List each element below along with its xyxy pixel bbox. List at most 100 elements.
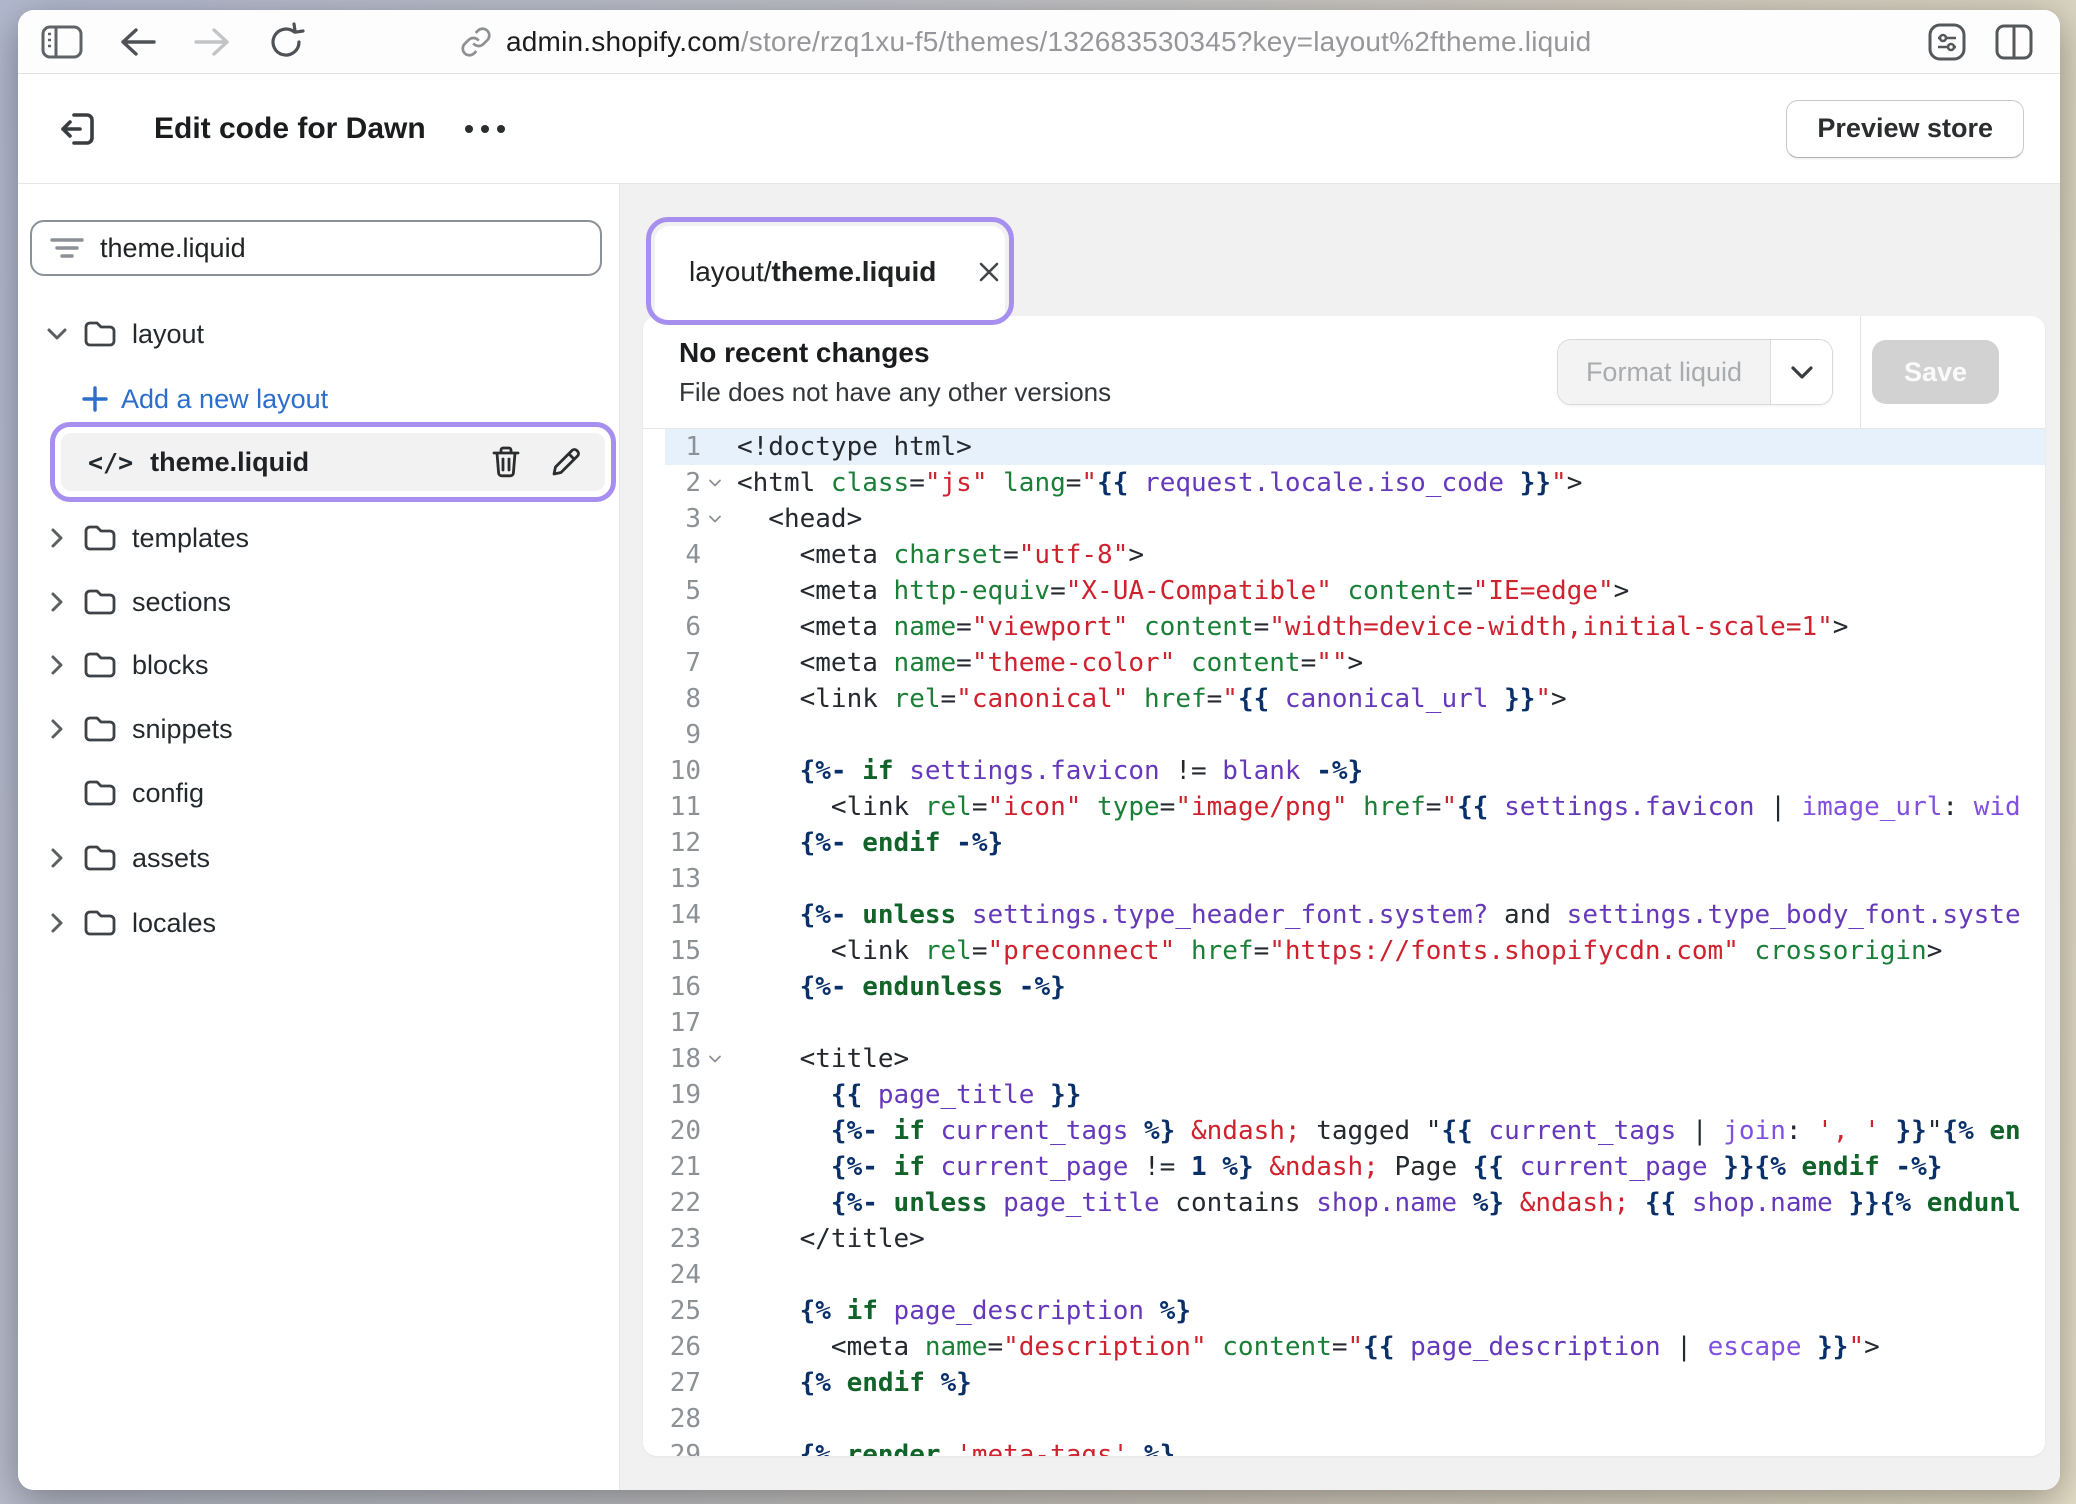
fold-chevron-icon[interactable]	[701, 501, 737, 537]
code-editor[interactable]: 1 <!doctype html>2<html class="js" lang="…	[643, 429, 2045, 1456]
fold-spacer	[701, 609, 737, 645]
code-text	[737, 861, 2045, 897]
code-line-26[interactable]: 26 <meta name="description" content="{{ …	[665, 1329, 2045, 1365]
code-text: {%- endunless -%}	[737, 969, 2045, 1005]
fold-chevron-icon[interactable]	[701, 465, 737, 501]
code-line-22[interactable]: 22 {%- unless page_title contains shop.n…	[665, 1185, 2045, 1221]
chevron-right-icon[interactable]	[45, 847, 69, 869]
code-text: {{ page_title }}	[737, 1077, 2045, 1113]
toolbar-divider	[1860, 316, 1861, 428]
code-line-7[interactable]: 7 <meta name="theme-color" content="">	[665, 645, 2045, 681]
more-actions-icon[interactable]	[462, 109, 508, 149]
code-line-14[interactable]: 14 {%- unless settings.type_header_font.…	[665, 897, 2045, 933]
code-line-10[interactable]: 10 {%- if settings.favicon != blank -%}	[665, 753, 2045, 789]
code-line-17[interactable]: 17	[665, 1005, 2045, 1041]
sidebar-item-layout[interactable]: layout	[18, 308, 619, 360]
sidebar-item-assets[interactable]: assets	[18, 832, 619, 884]
chevron-right-icon[interactable]	[45, 591, 69, 613]
line-number: 17	[665, 1005, 701, 1041]
line-number: 3	[665, 501, 701, 537]
code-line-13[interactable]: 13	[665, 861, 2045, 897]
sidebar-toggle-icon[interactable]	[40, 23, 84, 61]
sidebar-item-theme-liquid[interactable]: </> theme.liquid	[61, 433, 605, 491]
chevron-right-icon[interactable]	[45, 912, 69, 934]
fold-spacer	[701, 825, 737, 861]
line-number: 4	[665, 537, 701, 573]
code-line-16[interactable]: 16 {%- endunless -%}	[665, 969, 2045, 1005]
code-line-1[interactable]: 1 <!doctype html>	[665, 429, 2045, 465]
chevron-right-icon[interactable]	[45, 654, 69, 676]
fold-spacer	[701, 717, 737, 753]
code-text: {%- endif -%}	[737, 825, 2045, 861]
code-line-12[interactable]: 12 {%- endif -%}	[665, 825, 2045, 861]
code-line-18[interactable]: 18 <title>	[665, 1041, 2045, 1077]
code-text: <html class="js" lang="{{ request.locale…	[737, 465, 2045, 501]
exit-editor-icon[interactable]	[54, 105, 102, 153]
fold-spacer	[701, 897, 737, 933]
file-search-box[interactable]	[30, 220, 602, 276]
line-number: 23	[665, 1221, 701, 1257]
rename-file-button[interactable]	[547, 441, 585, 483]
address-bar[interactable]: admin.shopify.com/store/rzq1xu-f5/themes…	[460, 10, 1591, 73]
forward-icon[interactable]	[192, 26, 232, 58]
line-number: 15	[665, 933, 701, 969]
search-input[interactable]	[100, 233, 540, 264]
line-number: 12	[665, 825, 701, 861]
close-tab-icon[interactable]	[976, 259, 1002, 285]
chevron-right-icon[interactable]	[45, 718, 69, 740]
code-line-11[interactable]: 11 <link rel="icon" type="image/png" hre…	[665, 789, 2045, 825]
line-number: 28	[665, 1401, 701, 1437]
sidebar-item-sections[interactable]: sections	[18, 576, 619, 628]
format-dropdown-icon[interactable]	[1770, 340, 1832, 404]
code-text: <head>	[737, 501, 2045, 537]
code-line-3[interactable]: 3 <head>	[665, 501, 2045, 537]
tab-layout-theme-liquid[interactable]: layout/theme.liquid	[655, 226, 1005, 317]
code-line-29[interactable]: 29 {% render 'meta-tags' %}	[665, 1437, 2045, 1456]
sidebar-item-config[interactable]: config	[18, 767, 619, 819]
code-line-4[interactable]: 4 <meta charset="utf-8">	[665, 537, 2045, 573]
save-button[interactable]: Save	[1872, 340, 1999, 404]
code-line-24[interactable]: 24	[665, 1257, 2045, 1293]
code-line-5[interactable]: 5 <meta http-equiv="X-UA-Compatible" con…	[665, 573, 2045, 609]
code-line-15[interactable]: 15 <link rel="preconnect" href="https://…	[665, 933, 2045, 969]
code-line-23[interactable]: 23 </title>	[665, 1221, 2045, 1257]
format-liquid-button[interactable]: Format liquid	[1557, 339, 1833, 405]
fold-spacer	[701, 1113, 737, 1149]
code-line-25[interactable]: 25 {% if page_description %}	[665, 1293, 2045, 1329]
sidebar-item-add-layout[interactable]: Add a new layout	[18, 373, 619, 425]
code-line-2[interactable]: 2<html class="js" lang="{{ request.local…	[665, 465, 2045, 501]
fold-chevron-icon[interactable]	[701, 1041, 737, 1077]
code-text: <!doctype html>	[737, 429, 2045, 465]
sidebar-item-snippets[interactable]: snippets	[18, 703, 619, 755]
chevron-down-icon[interactable]	[45, 327, 69, 341]
line-number: 22	[665, 1185, 701, 1221]
code-line-6[interactable]: 6 <meta name="viewport" content="width=d…	[665, 609, 2045, 645]
code-line-8[interactable]: 8 <link rel="canonical" href="{{ canonic…	[665, 681, 2045, 717]
code-text: {% if page_description %}	[737, 1293, 2045, 1329]
folder-icon	[83, 909, 117, 937]
chevron-right-icon[interactable]	[45, 527, 69, 549]
fold-spacer	[701, 933, 737, 969]
fold-spacer	[701, 1185, 737, 1221]
page-title: Edit code for Dawn	[154, 112, 426, 146]
line-number: 1	[665, 429, 701, 465]
sidebar-item-templates[interactable]: templates	[18, 512, 619, 564]
page-settings-icon[interactable]	[1926, 21, 1968, 63]
code-line-21[interactable]: 21 {%- if current_page != 1 %} &ndash; P…	[665, 1149, 2045, 1185]
code-line-19[interactable]: 19 {{ page_title }}	[665, 1077, 2045, 1113]
fold-spacer	[701, 537, 737, 573]
code-line-27[interactable]: 27 {% endif %}	[665, 1365, 2045, 1401]
split-view-icon[interactable]	[1994, 23, 2034, 61]
delete-file-button[interactable]	[487, 441, 525, 483]
sidebar-item-locales[interactable]: locales	[18, 897, 619, 949]
back-icon[interactable]	[118, 26, 158, 58]
code-line-20[interactable]: 20 {%- if current_tags %} &ndash; tagged…	[665, 1113, 2045, 1149]
url-host: admin.shopify.com	[506, 26, 741, 57]
sidebar-item-blocks[interactable]: blocks	[18, 639, 619, 691]
code-line-28[interactable]: 28	[665, 1401, 2045, 1437]
code-line-9[interactable]: 9	[665, 717, 2045, 753]
reload-icon[interactable]	[266, 22, 306, 62]
app-header: Edit code for Dawn Preview store	[18, 74, 2060, 184]
fold-spacer	[701, 1257, 737, 1293]
preview-store-button[interactable]: Preview store	[1786, 100, 2024, 158]
